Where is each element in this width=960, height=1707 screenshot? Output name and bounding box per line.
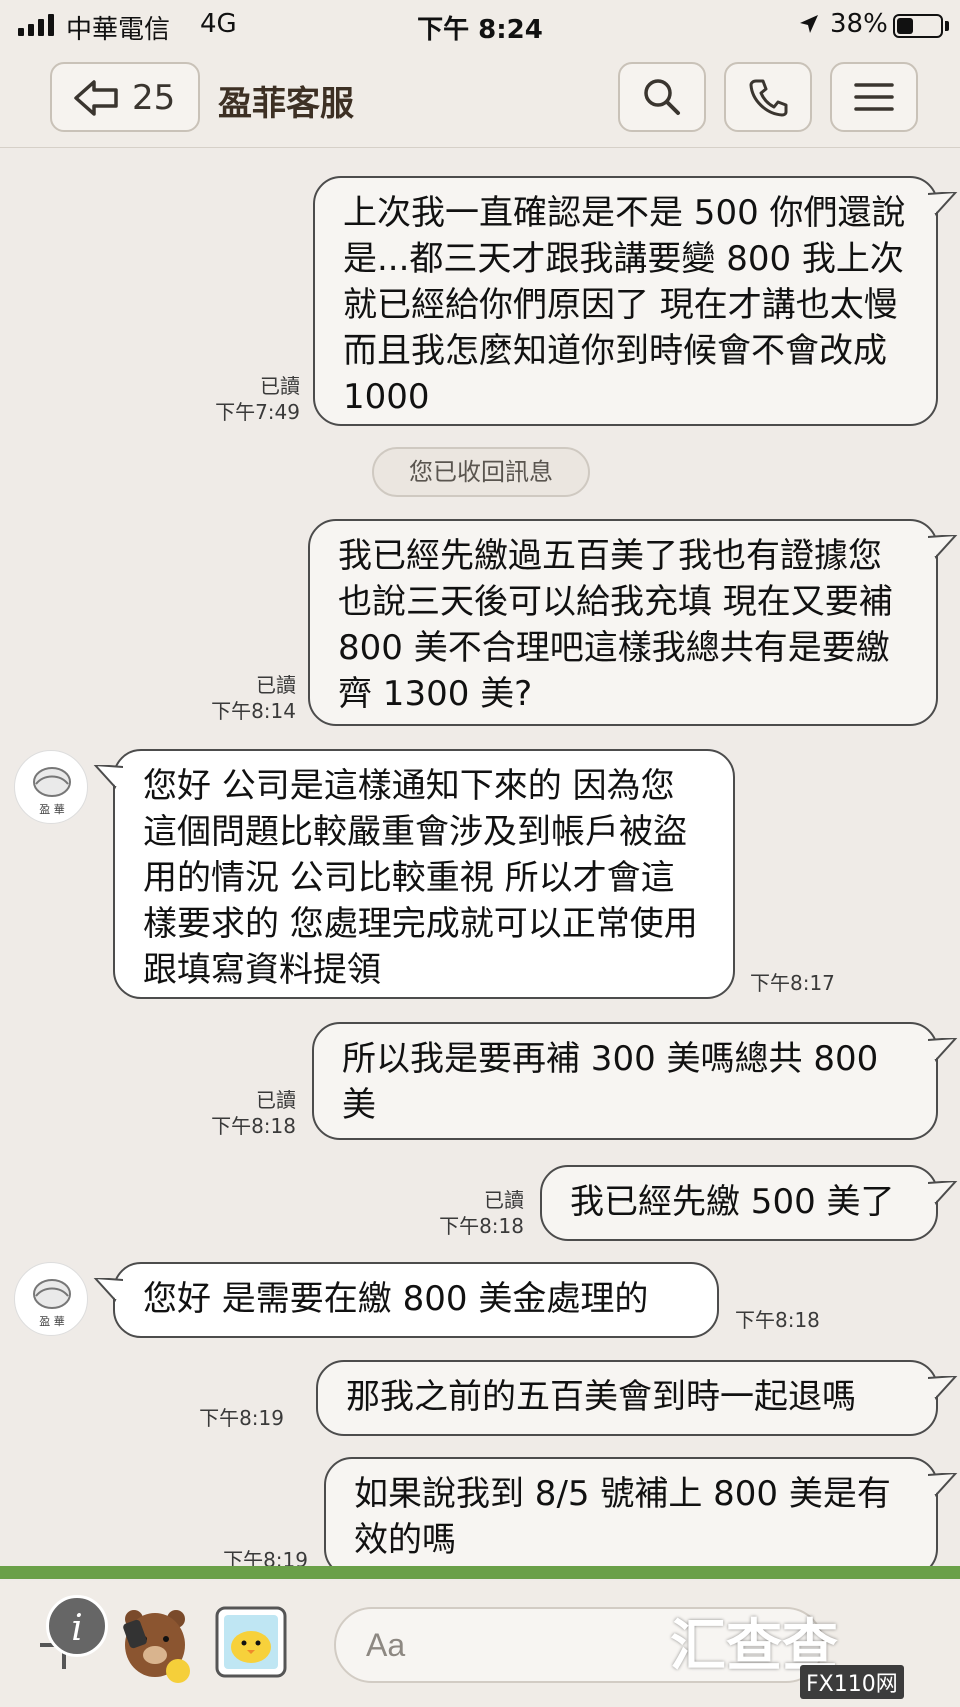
avatar-label: 盈 華 [39, 1315, 65, 1328]
message-text: 我已經先繳 500 美了 [570, 1182, 895, 1222]
message-meta: 已讀 下午8:18 [196, 1087, 296, 1139]
outgoing-message-bubble[interactable]: 我已經先繳過五百美了我也有證據您也說三天後可以給我充填 現在又要補 800 美不… [308, 519, 958, 726]
battery-icon [893, 14, 943, 38]
search-button[interactable] [618, 62, 706, 132]
unread-count: 25 [132, 78, 176, 118]
system-notice: 您已收回訊息 [372, 447, 590, 497]
message-meta: 下午8:17 [750, 970, 860, 996]
read-receipt: 已讀 [256, 673, 296, 697]
incoming-message-bubble[interactable]: 您好 公司是這樣通知下來的 因為您這個問題比較嚴重會涉及到帳戶被盜用的情況 公司… [93, 749, 735, 999]
call-button[interactable] [724, 62, 812, 132]
contact-avatar[interactable]: 盈 華 [14, 750, 88, 824]
incoming-message-bubble[interactable]: 您好 是需要在繳 800 美金處理的 [93, 1262, 719, 1338]
info-icon[interactable]: i [46, 1595, 108, 1657]
outgoing-message-bubble[interactable]: 如果說我到 8/5 號補上 800 美是有效的嗎 [324, 1457, 958, 1577]
read-receipt: 已讀 [256, 1088, 296, 1112]
watermark-badge: FX110网 [800, 1665, 904, 1699]
back-arrow-icon [74, 80, 118, 116]
message-time: 下午8:19 [199, 1406, 284, 1430]
avatar-label: 盈 華 [39, 803, 65, 816]
location-arrow-icon [798, 12, 820, 42]
message-time: 下午8:17 [750, 971, 835, 995]
menu-button[interactable] [830, 62, 918, 132]
message-meta: 下午8:19 [184, 1405, 284, 1431]
message-time: 下午8:18 [439, 1214, 524, 1238]
outgoing-message-bubble[interactable]: 上次我一直確認是不是 500 你們還說是...都三天才跟我講要變 800 我上次… [313, 176, 958, 426]
decorative-grass [0, 1566, 960, 1579]
read-receipt: 已讀 [484, 1188, 524, 1212]
bear-sticker-icon[interactable] [118, 1605, 194, 1689]
input-bar: i Aa 汇查查 FX110网 [0, 1581, 960, 1707]
message-text: 那我之前的五百美會到時一起退嗎 [346, 1377, 856, 1417]
message-time: 下午8:14 [211, 699, 296, 723]
message-meta: 已讀 下午8:14 [196, 672, 296, 724]
search-icon [644, 79, 680, 115]
chat-title: 盈菲客服 [218, 84, 354, 124]
message-text: 如果說我到 8/5 號補上 800 美是有效的嗎 [354, 1474, 891, 1560]
message-meta: 已讀 下午7:49 [200, 373, 300, 425]
status-bar: 中華電信 4G 下午 8:24 38% [0, 0, 960, 50]
battery-percent: 38% [830, 9, 888, 39]
message-meta: 下午8:18 [735, 1307, 845, 1333]
company-logo-icon [33, 767, 71, 797]
chat-header: 25 盈菲客服 [0, 50, 960, 148]
outgoing-message-bubble[interactable]: 所以我是要再補 300 美嗎總共 800 美 [312, 1022, 958, 1140]
message-time: 下午8:18 [735, 1308, 820, 1332]
message-text: 我已經先繳過五百美了我也有證據您也說三天後可以給我充填 現在又要補 800 美不… [338, 536, 893, 714]
contact-avatar[interactable]: 盈 華 [14, 1262, 88, 1336]
message-text: 您好 是需要在繳 800 美金處理的 [143, 1279, 649, 1319]
message-text: 所以我是要再補 300 美嗎總共 800 美 [342, 1039, 879, 1125]
message-time: 下午8:18 [211, 1114, 296, 1138]
chat-area[interactable]: 上次我一直確認是不是 500 你們還說是...都三天才跟我講要變 800 我上次… [0, 149, 960, 1579]
message-time: 下午7:49 [215, 400, 300, 424]
message-text: 您好 公司是這樣通知下來的 因為您這個問題比較嚴重會涉及到帳戶被盜用的情況 公司… [143, 766, 698, 990]
phone-icon [749, 79, 788, 117]
read-receipt: 已讀 [260, 374, 300, 398]
chick-sticker-icon[interactable] [214, 1605, 288, 1683]
menu-icon [854, 83, 894, 111]
back-button[interactable]: 25 [50, 62, 200, 132]
battery-tip [945, 21, 949, 31]
company-logo-icon [33, 1279, 71, 1309]
message-meta: 已讀 下午8:18 [424, 1187, 524, 1239]
message-text: 上次我一直確認是不是 500 你們還說是...都三天才跟我講要變 800 我上次… [343, 193, 906, 417]
outgoing-message-bubble[interactable]: 我已經先繳 500 美了 [540, 1165, 958, 1241]
outgoing-message-bubble[interactable]: 那我之前的五百美會到時一起退嗎 [316, 1360, 958, 1436]
